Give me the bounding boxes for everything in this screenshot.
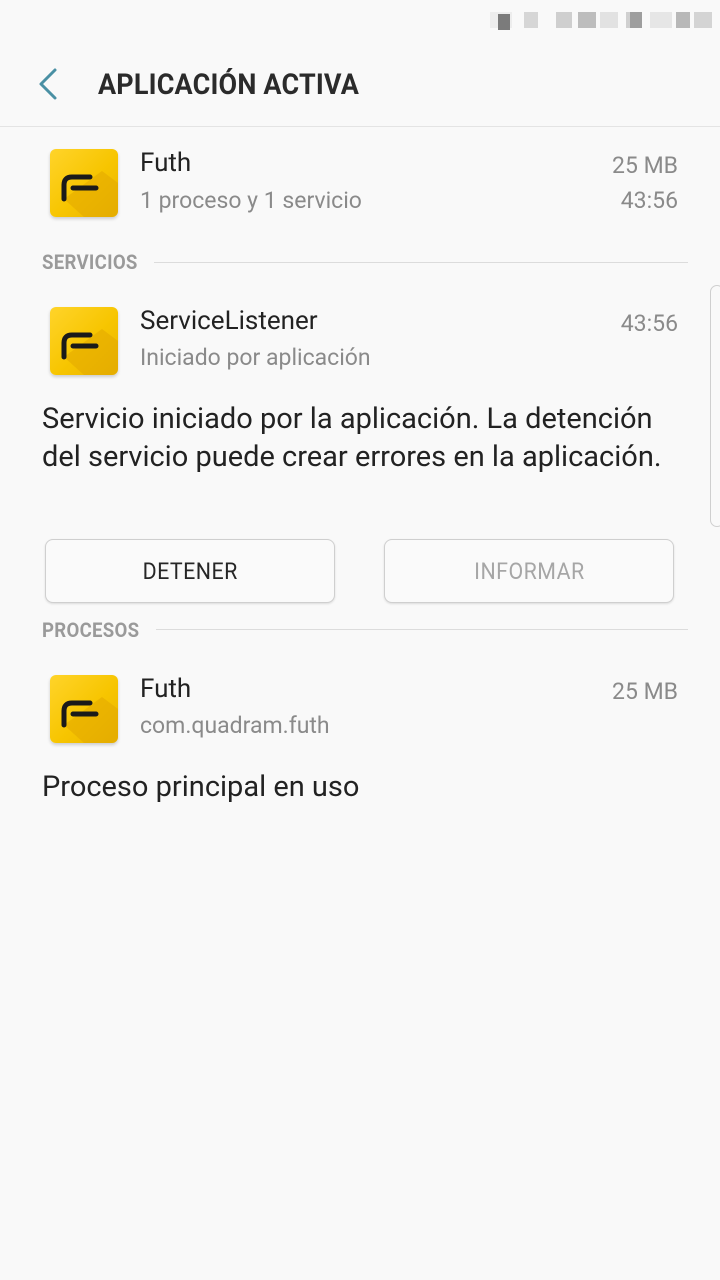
chevron-left-icon [39,68,57,100]
stop-button-label: DETENER [142,557,238,585]
service-description: Servicio iniciado por la aplicación. La … [42,402,662,474]
service-name: ServiceListener [140,306,318,336]
process-row: Futh com.quadram.futh 25 MB [0,666,720,756]
futh-app-icon [50,307,118,375]
service-status: Iniciado por aplicación [140,344,371,371]
page-title: APLICACIÓN ACTIVA [98,68,360,102]
section-header-processes: PROCESOS [42,618,140,642]
edge-panel-handle[interactable] [710,285,720,527]
service-row: ServiceListener Iniciado por aplicación … [0,298,720,388]
status-bar [480,0,720,40]
process-description: Proceso principal en uso [42,770,360,804]
process-name: Futh [140,674,192,704]
app-memory: 25 MB [612,152,678,179]
divider [154,262,688,263]
section-header-services: SERVICIOS [42,250,138,274]
app-name: Futh [140,148,192,178]
report-button-label: INFORMAR [473,557,585,585]
report-button[interactable]: INFORMAR [384,539,674,603]
app-time: 43:56 [620,187,678,214]
app-summary-row: Futh 1 proceso y 1 servicio 25 MB 43:56 [0,140,720,230]
futh-app-icon [50,675,118,743]
back-button[interactable] [30,62,70,106]
process-package: com.quadram.futh [140,712,330,739]
stop-button[interactable]: DETENER [45,539,335,603]
divider [156,629,688,630]
service-time: 43:56 [620,310,678,337]
app-bar: APLICACIÓN ACTIVA [0,40,720,127]
app-summary: 1 proceso y 1 servicio [140,187,362,214]
process-memory: 25 MB [612,678,678,705]
futh-app-icon [50,149,118,217]
